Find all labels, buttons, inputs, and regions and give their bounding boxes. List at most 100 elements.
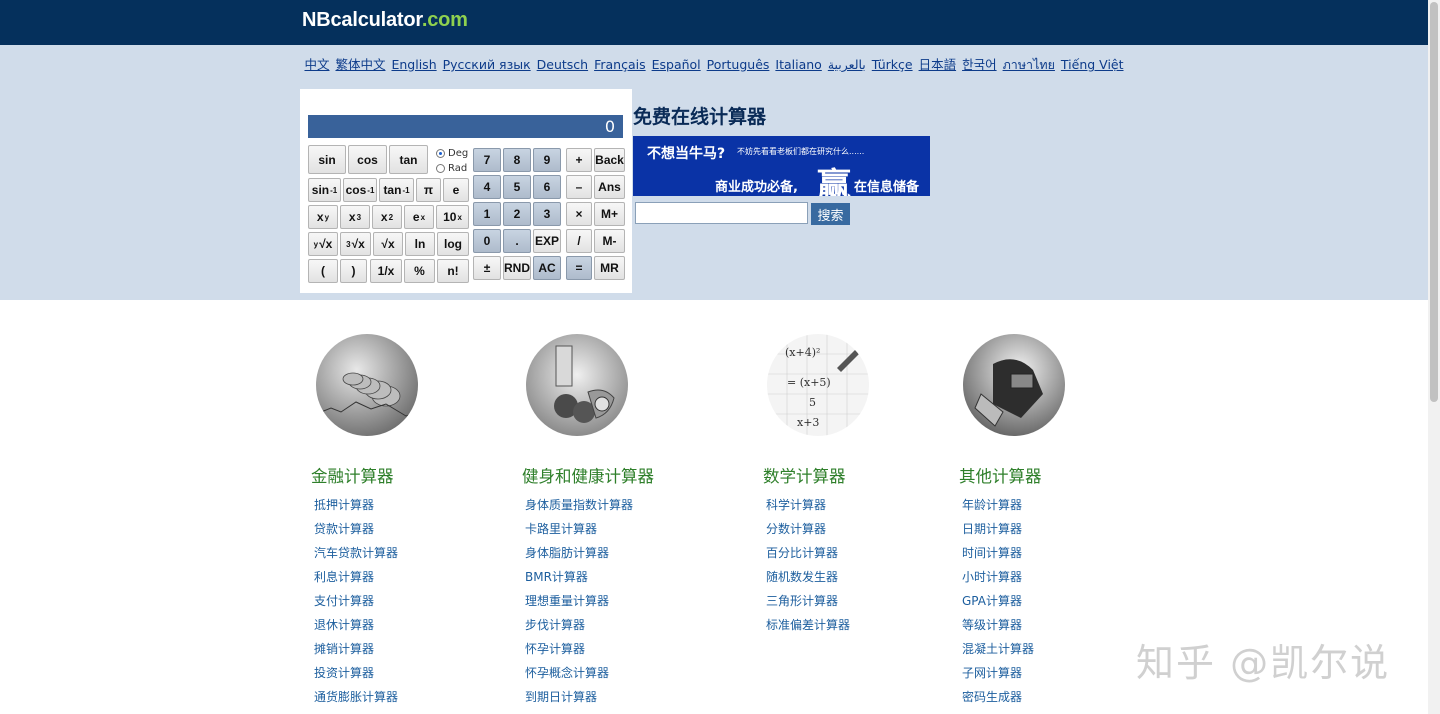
ad-banner[interactable]: 不想当牛马? 不妨先看看老板们都在研究什么...... 商业成功必备, 赢 在信…: [633, 136, 930, 196]
calculator-link[interactable]: 利息计算器: [314, 568, 398, 592]
calculator-link[interactable]: 日期计算器: [962, 520, 1034, 544]
log-button[interactable]: log: [437, 232, 469, 256]
calculator-link[interactable]: 怀孕计算器: [525, 640, 633, 664]
exp-e-button[interactable]: ex: [404, 205, 434, 229]
key-rnd-button[interactable]: RND: [503, 256, 531, 280]
language-link[interactable]: Русский язык: [443, 57, 531, 72]
key-back-button[interactable]: Back: [594, 148, 625, 172]
key-mr-button[interactable]: MR: [594, 256, 625, 280]
language-link[interactable]: ภาษาไทย: [1003, 57, 1055, 72]
key-0-button[interactable]: 0: [473, 229, 501, 253]
pi-button[interactable]: π: [416, 178, 441, 202]
deg-radio[interactable]: Deg: [436, 148, 468, 159]
key-decimal-button[interactable]: .: [503, 229, 531, 253]
language-link[interactable]: Tiếng Việt: [1061, 57, 1124, 72]
key-divide-button[interactable]: /: [566, 229, 592, 253]
language-link[interactable]: Português: [707, 57, 770, 72]
calculator-link[interactable]: 支付计算器: [314, 592, 398, 616]
asin-button[interactable]: sin -1: [308, 178, 341, 202]
key-multiply-button[interactable]: ×: [566, 202, 592, 226]
calculator-link[interactable]: 三角形计算器: [766, 592, 850, 616]
calculator-link[interactable]: 时间计算器: [962, 544, 1034, 568]
search-input[interactable]: [635, 202, 808, 224]
key-8-button[interactable]: 8: [503, 148, 531, 172]
calculator-link[interactable]: 年龄计算器: [962, 496, 1034, 520]
calculator-link[interactable]: GPA计算器: [962, 592, 1034, 616]
calculator-link[interactable]: 身体质量指数计算器: [525, 496, 633, 520]
calculator-link[interactable]: 通货膨胀计算器: [314, 688, 398, 712]
right-paren-button[interactable]: ): [340, 259, 367, 283]
sqrt-button[interactable]: √x: [373, 232, 403, 256]
language-link[interactable]: Deutsch: [537, 57, 588, 72]
power-button[interactable]: xy: [308, 205, 338, 229]
e-button[interactable]: e: [443, 178, 469, 202]
key-minus-button[interactable]: –: [566, 175, 592, 199]
calculator-link[interactable]: 退休计算器: [314, 616, 398, 640]
calculator-link[interactable]: 投资计算器: [314, 664, 398, 688]
calculator-link[interactable]: 步伐计算器: [525, 616, 633, 640]
tan-button[interactable]: tan: [389, 145, 428, 174]
calculator-link[interactable]: 摊销计算器: [314, 640, 398, 664]
ten-power-button[interactable]: 10 x: [436, 205, 469, 229]
calculator-link[interactable]: 标准偏差计算器: [766, 616, 850, 640]
key-m--button[interactable]: M+: [594, 202, 625, 226]
deg-radio-dot[interactable]: [436, 149, 445, 158]
language-link[interactable]: 한국어: [962, 57, 997, 72]
key-7-button[interactable]: 7: [473, 148, 501, 172]
calculator-link[interactable]: 密码生成器: [962, 688, 1034, 712]
page-scrollbar[interactable]: [1428, 0, 1440, 714]
calculator-link[interactable]: 百分比计算器: [766, 544, 850, 568]
calculator-link[interactable]: 科学计算器: [766, 496, 850, 520]
language-link[interactable]: English: [391, 57, 436, 72]
cos-button[interactable]: cos: [348, 145, 387, 174]
language-link[interactable]: Español: [652, 57, 701, 72]
calculator-link[interactable]: 混凝土计算器: [962, 640, 1034, 664]
key-9-button[interactable]: 9: [533, 148, 561, 172]
calculator-link[interactable]: 等级计算器: [962, 616, 1034, 640]
square-button[interactable]: x2: [372, 205, 402, 229]
search-button[interactable]: 搜索: [811, 203, 850, 225]
percent-button[interactable]: %: [404, 259, 435, 283]
key-5-button[interactable]: 5: [503, 175, 531, 199]
calculator-link[interactable]: BMR计算器: [525, 568, 633, 592]
language-link[interactable]: 中文: [304, 57, 329, 72]
language-link[interactable]: 繁体中文: [335, 57, 385, 72]
key-exp-button[interactable]: EXP: [533, 229, 561, 253]
left-paren-button[interactable]: (: [308, 259, 338, 283]
acos-button[interactable]: cos -1: [343, 178, 377, 202]
reciprocal-button[interactable]: 1/x: [370, 259, 402, 283]
calculator-link[interactable]: 贷款计算器: [314, 520, 398, 544]
cube-button[interactable]: x3: [340, 205, 370, 229]
calculator-link[interactable]: 小时计算器: [962, 568, 1034, 592]
key-ans-button[interactable]: Ans: [594, 175, 625, 199]
scrollbar-thumb[interactable]: [1430, 2, 1438, 402]
cube-root-button[interactable]: 3 √x: [340, 232, 371, 256]
calculator-link[interactable]: 到期日计算器: [525, 688, 633, 712]
key-1-button[interactable]: 1: [473, 202, 501, 226]
language-link[interactable]: بالعربية: [828, 57, 866, 72]
calculator-link[interactable]: 子网计算器: [962, 664, 1034, 688]
key-plus-minus-button[interactable]: ±: [473, 256, 501, 280]
site-logo[interactable]: NBcalculator.com: [302, 9, 468, 32]
calculator-link[interactable]: 怀孕概念计算器: [525, 664, 633, 688]
language-link[interactable]: Italiano: [775, 57, 821, 72]
calculator-link[interactable]: 随机数发生器: [766, 568, 850, 592]
calculator-link[interactable]: 抵押计算器: [314, 496, 398, 520]
factorial-button[interactable]: n!: [437, 259, 469, 283]
key-equals-button[interactable]: =: [566, 256, 592, 280]
language-link[interactable]: Türkçe: [872, 57, 913, 72]
key-plus-button[interactable]: +: [566, 148, 592, 172]
calculator-link[interactable]: 汽车贷款计算器: [314, 544, 398, 568]
calculator-link[interactable]: 理想重量计算器: [525, 592, 633, 616]
rad-radio-dot[interactable]: [436, 164, 445, 173]
sin-button[interactable]: sin: [308, 145, 346, 174]
rad-radio[interactable]: Rad: [436, 163, 467, 174]
key-m--button[interactable]: M-: [594, 229, 625, 253]
key-ac-button[interactable]: AC: [533, 256, 561, 280]
key-2-button[interactable]: 2: [503, 202, 531, 226]
calculator-link[interactable]: 身体脂肪计算器: [525, 544, 633, 568]
key-4-button[interactable]: 4: [473, 175, 501, 199]
atan-button[interactable]: tan -1: [379, 178, 414, 202]
y-root-button[interactable]: y √x: [308, 232, 338, 256]
key-6-button[interactable]: 6: [533, 175, 561, 199]
